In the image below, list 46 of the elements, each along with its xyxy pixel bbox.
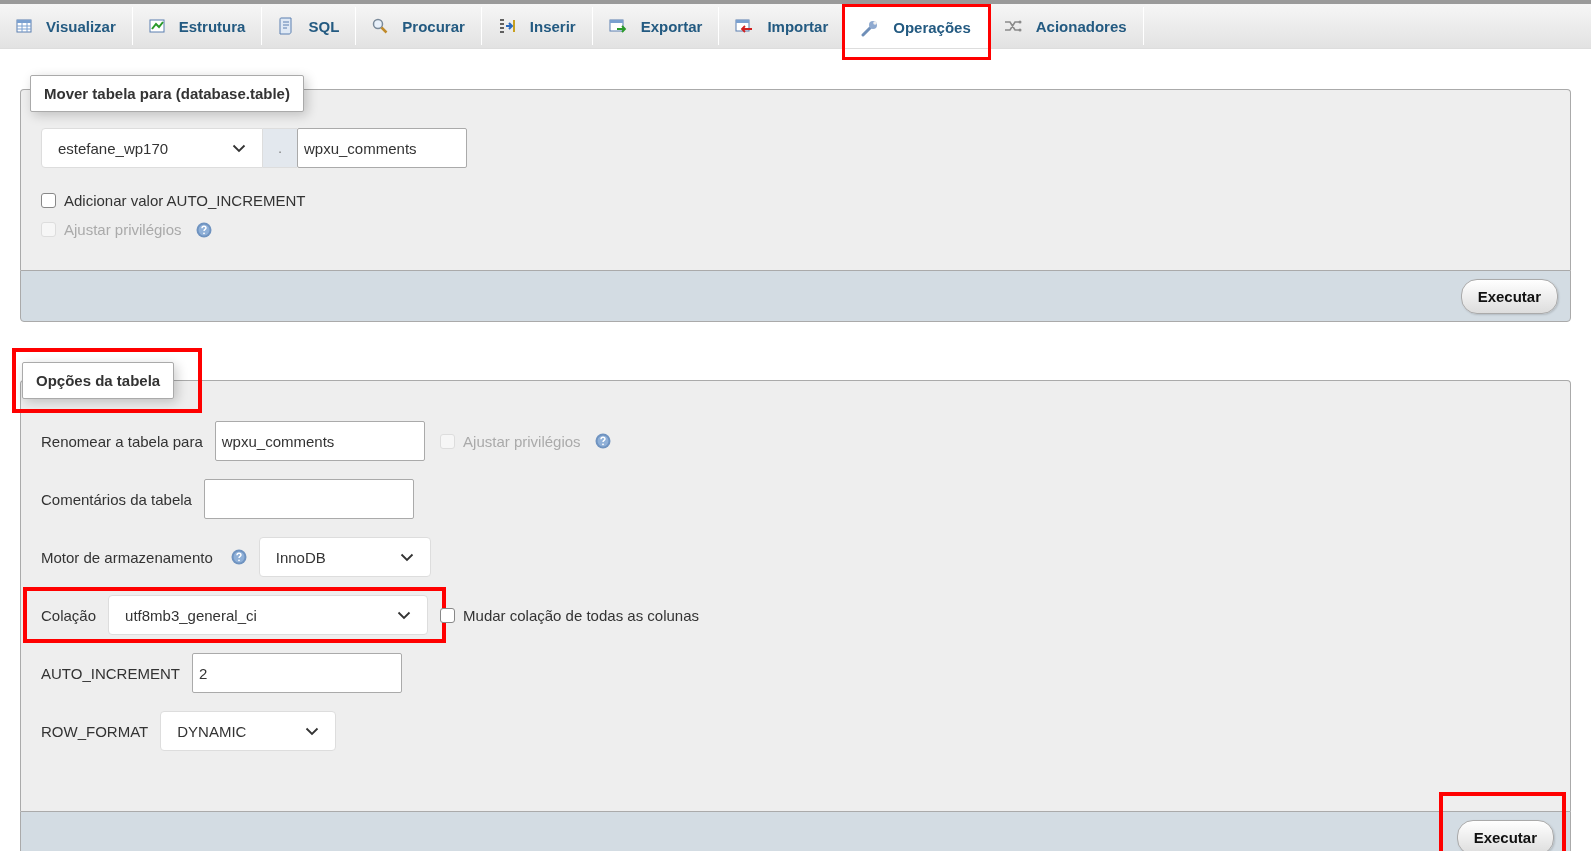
chevron-icon	[305, 726, 320, 736]
structure-icon	[148, 18, 165, 34]
wrench-icon	[861, 18, 880, 37]
database-select[interactable]: estefane_wp170	[41, 128, 263, 168]
text-field[interactable]	[203, 479, 414, 519]
help-icon[interactable]	[230, 549, 247, 565]
field-label: Renomear a tabela para	[41, 432, 203, 450]
document-icon	[278, 17, 295, 35]
chevron-icon	[397, 610, 412, 620]
tab[interactable]: SQL	[262, 7, 357, 45]
field-label: Comentários da tabela	[41, 490, 192, 508]
table-name-field[interactable]: wpxu_comments	[297, 128, 467, 168]
dropdown[interactable]: DYNAMIC	[160, 711, 337, 751]
tab[interactable]: Exportar	[592, 7, 720, 45]
field-label: Motor de armazenamento	[41, 548, 213, 566]
checkbox-label: Adicionar valor AUTO_INCREMENT	[64, 192, 306, 209]
table-icon	[16, 18, 32, 34]
field-label: Colação	[41, 606, 97, 624]
checkbox[interactable]	[41, 193, 56, 208]
tab[interactable]: Operações	[845, 7, 988, 48]
checkbox[interactable]	[440, 607, 456, 623]
section-title: Opções da tabela	[22, 362, 175, 399]
tab[interactable]: Estrutura	[132, 7, 263, 45]
dropdown[interactable]: utf8mb3_general_ci	[108, 595, 429, 635]
import-icon	[735, 18, 754, 34]
execute-button[interactable]: Executar	[1460, 278, 1558, 314]
checkbox-label: Mudar colação de todas as colunas	[463, 606, 700, 624]
field-label: AUTO_INCREMENT	[41, 664, 180, 682]
checkbox-label: Ajustar privilégios	[64, 221, 182, 238]
dropdown[interactable]: InnoDB	[258, 537, 431, 577]
execute-button[interactable]: Executar	[1456, 820, 1554, 851]
section-title: Mover tabela para (database.table)	[30, 75, 304, 112]
text-field[interactable]: 2	[191, 653, 402, 693]
separator: .	[263, 128, 297, 168]
tab[interactable]: Procurar	[356, 7, 482, 45]
chevron-icon	[399, 552, 414, 562]
field-label: ROW_FORMAT	[41, 722, 149, 740]
insert-icon	[497, 18, 516, 34]
tab[interactable]: Inserir	[481, 7, 593, 45]
search-icon	[372, 18, 389, 34]
chevron-icon	[232, 143, 246, 153]
tab[interactable]: Acionadores	[987, 7, 1144, 45]
text-field[interactable]: wpxu_comments	[214, 421, 425, 461]
tab[interactable]: Visualizar	[0, 7, 133, 45]
checkbox-label: Ajustar privilégios	[463, 432, 581, 450]
export-icon	[608, 18, 627, 34]
